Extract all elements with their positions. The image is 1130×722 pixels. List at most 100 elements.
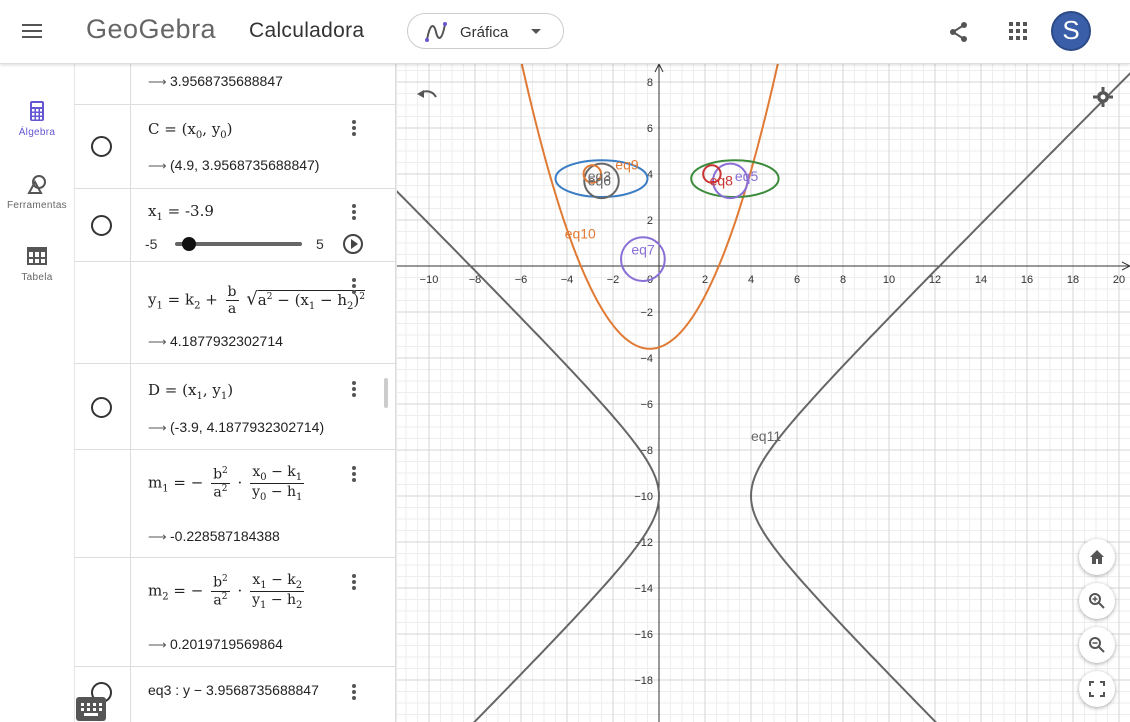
more-menu-button[interactable] (352, 684, 356, 700)
y-tick-label: −14 (634, 583, 653, 595)
share-button[interactable] (946, 19, 972, 45)
visibility-toggle[interactable] (91, 136, 112, 157)
algebra-row-m1[interactable]: m1 = − b2 a2 · x0 − k1 y0 − h1 ⟶ -0.2285871… (75, 450, 395, 558)
output-value: 0.2019719569864 (170, 636, 283, 652)
more-menu-button[interactable] (352, 120, 356, 136)
rail-label-table: Tabela (21, 272, 53, 283)
x-tick-label: 6 (794, 274, 800, 286)
view-selector[interactable]: Gráfica (407, 13, 564, 49)
y-tick-label: 6 (647, 123, 653, 135)
rail-label-tools: Ferramentas (7, 200, 67, 211)
geogebra-logo: GeoGebra (86, 14, 217, 44)
rail-item-algebra[interactable]: Álgebra (0, 100, 74, 160)
rail-item-tools[interactable]: Ferramentas (0, 173, 74, 233)
more-menu-button[interactable] (352, 204, 356, 220)
visibility-toggle[interactable] (91, 215, 112, 236)
label-eq5: eq5 (735, 168, 759, 184)
x-tick-label: −6 (515, 274, 528, 286)
x-tick-label: −10 (420, 274, 439, 286)
view-selector-label: Gráfica (460, 24, 509, 41)
output-value: 3.9568735688847 (170, 73, 283, 89)
y-tick-label: −18 (634, 675, 653, 687)
play-button[interactable] (343, 234, 363, 254)
zoom-in-button[interactable] (1079, 583, 1115, 619)
fullscreen-icon (1089, 681, 1105, 697)
graph-icon (425, 22, 447, 42)
x-tick-label: 4 (748, 274, 754, 286)
algebra-row-slider[interactable]: x1 = -3.9 -5 5 (75, 189, 395, 262)
home-button[interactable] (1079, 539, 1115, 575)
slider-min: -5 (145, 236, 158, 252)
algebra-panel: ⟶ 3.9568735688847 C = (x0, y0) ⟶ (4.9, 3.9… (74, 64, 396, 722)
definition-d: D = (x1, y1) (148, 381, 234, 402)
slider-max: 5 (316, 236, 324, 252)
y-tick-label: 2 (647, 215, 653, 227)
user-avatar[interactable]: S (1051, 11, 1091, 51)
menu-button[interactable] (22, 20, 52, 44)
algebra-row-y1[interactable]: y1 = k2 + ba √a2 − (x1 − h2)2 ⟶ 4.1877932… (75, 262, 395, 364)
algebra-row-d[interactable]: D = (x1, y1) ⟶ (-3.9, 4.1877932302714) (75, 364, 395, 450)
rail-label-algebra: Álgebra (18, 127, 56, 138)
x-tick-label: −2 (607, 274, 620, 286)
scrollbar-thumb[interactable] (384, 378, 388, 408)
fullscreen-button[interactable] (1079, 671, 1115, 707)
undo-button[interactable] (407, 78, 443, 114)
table-icon (27, 247, 47, 265)
undo-icon (417, 90, 437, 98)
parabola-eq10 (520, 64, 779, 350)
zoom-in-icon (1089, 593, 1105, 609)
output-value: 4.1877932302714 (170, 333, 283, 349)
algebra-row-eq3[interactable]: eq3 : y − 3.9568735688847 (75, 667, 395, 722)
zoom-out-button[interactable] (1079, 627, 1115, 663)
left-rail: Álgebra Ferramentas Tabela (0, 64, 74, 722)
calculator-icon (30, 101, 44, 121)
label-eq8: eq8 (710, 173, 734, 189)
slider-track[interactable] (175, 237, 302, 251)
more-menu-button[interactable] (352, 466, 356, 482)
graph-canvas[interactable]: −10 −8 −6 −4 −2 2 4 6 8 10 12 14 16 18 2008642−2−4−6−8… (397, 64, 1130, 722)
more-menu-button[interactable] (352, 381, 356, 397)
x-tick-label: 10 (883, 274, 895, 286)
x-tick-label: −4 (561, 274, 574, 286)
x-tick-label: 8 (840, 274, 846, 286)
settings-button[interactable] (1084, 78, 1120, 114)
label-eq10: eq10 (565, 225, 596, 241)
x-tick-label: 20 (1113, 274, 1125, 286)
y-tick-label: −6 (640, 399, 653, 411)
app-title: Calculadora (249, 19, 365, 42)
keyboard-button[interactable] (76, 697, 106, 721)
definition-m1: m1 = − b2 a2 · x0 − k1 y0 − h1 (148, 464, 305, 503)
algebra-row[interactable]: ⟶ 3.9568735688847 (75, 64, 395, 105)
output-value: (-3.9, 4.1877932302714) (170, 419, 325, 435)
label-eq9: eq9 (615, 156, 639, 172)
y-tick-label: −2 (640, 307, 653, 319)
gear-icon (1093, 87, 1113, 107)
visibility-toggle[interactable] (91, 397, 112, 418)
home-icon (1090, 550, 1104, 564)
definition-m2: m2 = − b2 a2 · x1 − k2 y1 − h2 (148, 572, 305, 611)
y-tick-label: −10 (634, 491, 653, 503)
definition-c: C = (x0, y0) (148, 120, 233, 141)
x-tick-label: 18 (1067, 274, 1079, 286)
label-eq7: eq7 (631, 242, 655, 258)
definition-y1: y1 = k2 + ba √a2 − (x1 − h2)2 (148, 284, 365, 317)
slider-knob[interactable] (181, 237, 196, 251)
share-icon (950, 22, 967, 42)
graphics-view[interactable]: −10 −8 −6 −4 −2 2 4 6 8 10 12 14 16 18 20 0 8 6 4 2 −2 −4 −6 −8… (397, 64, 1130, 722)
x-tick-label: 14 (975, 274, 987, 286)
algebra-row-m2[interactable]: m2 = − b2 a2 · x1 − k2 y1 − h2 ⟶ 0.20197195… (75, 558, 395, 667)
label-eq11: eq11 (751, 428, 781, 444)
algebra-row-c[interactable]: C = (x0, y0) ⟶ (4.9, 3.9568735688847) (75, 105, 395, 189)
more-menu-button[interactable] (352, 278, 356, 294)
rail-item-table[interactable]: Tabela (0, 245, 74, 305)
apps-grid-button[interactable] (1008, 21, 1030, 43)
output-value: (4.9, 3.9568735688847) (170, 157, 320, 173)
y-tick-label: 8 (647, 77, 653, 89)
chevron-down-icon (531, 29, 541, 34)
y-tick-label: −16 (634, 629, 653, 641)
definition-x1: x1 = -3.9 (148, 202, 214, 223)
zoom-out-icon (1089, 637, 1105, 653)
label-eq3: eq3 (588, 168, 612, 184)
x-tick-label: 16 (1021, 274, 1033, 286)
more-menu-button[interactable] (352, 574, 356, 590)
